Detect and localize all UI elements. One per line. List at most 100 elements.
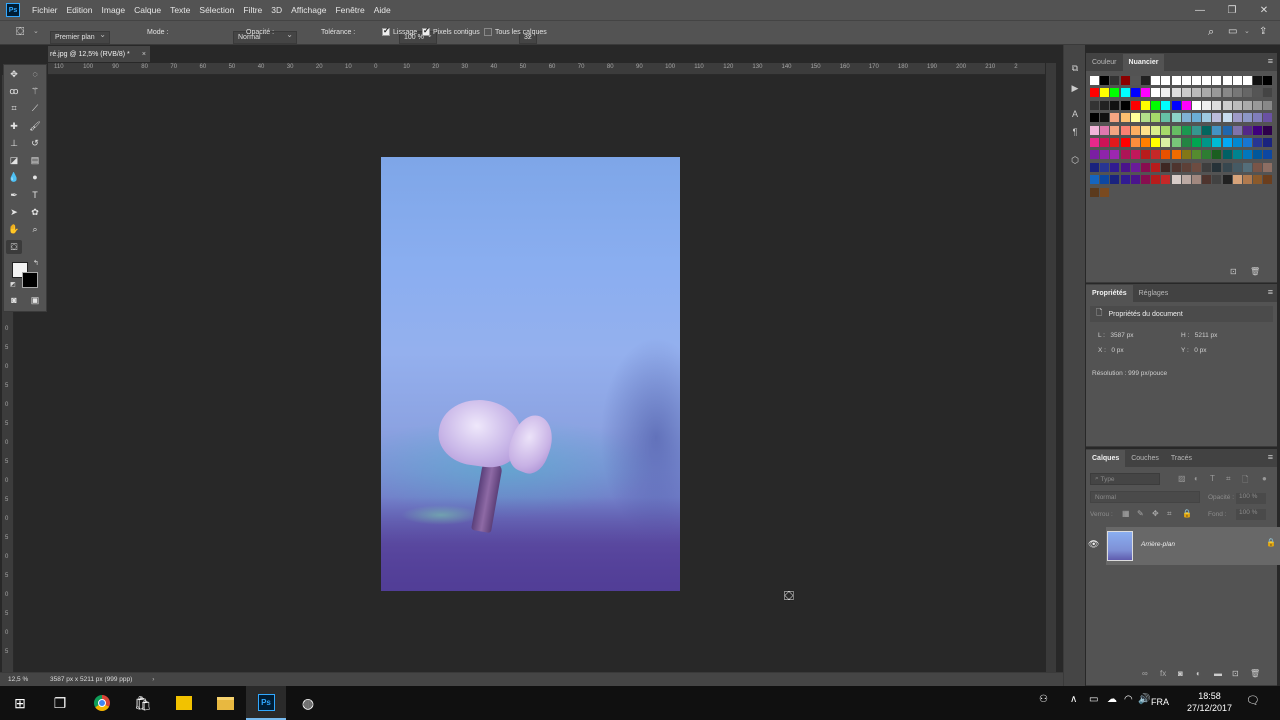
minimize-button[interactable]: — [1184, 0, 1216, 20]
lock-transparent-icon[interactable]: ▦ [1122, 509, 1130, 518]
color-swatch[interactable] [1263, 138, 1273, 147]
color-swatch[interactable] [1141, 88, 1150, 98]
lasso-tool-icon[interactable]: ꝏ [6, 84, 22, 98]
battery-icon[interactable]: ▭ [1089, 694, 1098, 705]
color-swatch[interactable] [1212, 150, 1222, 160]
fill-field[interactable]: 100 % [1236, 509, 1266, 520]
brush-tool-icon[interactable]: 🖌 [27, 119, 43, 133]
color-swatch[interactable] [1192, 125, 1201, 135]
color-swatch[interactable] [1263, 100, 1273, 110]
layer-name[interactable]: Arrière-plan [1141, 541, 1175, 548]
pen-tool-icon[interactable]: ✒ [6, 188, 22, 202]
color-swatch[interactable] [1243, 88, 1252, 98]
color-swatch[interactable] [1130, 175, 1140, 185]
color-swatch[interactable] [1100, 138, 1110, 147]
color-swatch[interactable] [1130, 138, 1140, 147]
menu-fenetre[interactable]: Fenêtre [335, 5, 364, 15]
history-icon[interactable]: ⧉ [1067, 61, 1083, 75]
color-swatch[interactable] [1192, 113, 1201, 123]
x-value[interactable]: 0 px [1111, 347, 1123, 354]
color-swatch[interactable] [1171, 162, 1181, 172]
color-swatch[interactable] [1253, 125, 1263, 135]
color-swatch[interactable] [1212, 138, 1222, 147]
color-swatch[interactable] [1100, 76, 1110, 85]
color-swatch[interactable] [1120, 113, 1130, 123]
onedrive-icon[interactable]: ☁ [1107, 694, 1117, 705]
color-swatch[interactable] [1151, 125, 1161, 135]
color-swatch[interactable] [1141, 150, 1150, 160]
color-swatch[interactable] [1192, 150, 1201, 160]
color-swatch[interactable] [1120, 175, 1130, 185]
color-swatch[interactable] [1181, 175, 1191, 185]
notifications-icon[interactable]: 🗨 [1246, 694, 1260, 707]
swap-colors-icon[interactable]: ↰ [33, 259, 39, 267]
width-value[interactable]: 3587 px [1110, 332, 1133, 339]
file-explorer-icon[interactable] [205, 686, 245, 720]
color-swatch[interactable] [1202, 150, 1212, 160]
gradient-tool-icon[interactable]: ▤ [27, 153, 43, 167]
height-value[interactable]: 5211 px [1195, 332, 1218, 339]
color-swatch[interactable] [1141, 162, 1150, 172]
lock-artboard-icon[interactable]: ⌗ [1167, 509, 1172, 519]
y-value[interactable]: 0 px [1194, 347, 1206, 354]
color-swatch[interactable] [1253, 138, 1263, 147]
color-swatch[interactable] [1181, 125, 1191, 135]
filter-smart-object-icon[interactable]: 🗋 [1242, 474, 1248, 488]
color-swatch[interactable] [1161, 150, 1171, 160]
color-swatch[interactable] [1171, 138, 1181, 147]
color-swatch[interactable] [1202, 138, 1212, 147]
color-swatch[interactable] [1192, 100, 1201, 110]
color-swatch[interactable] [1192, 76, 1201, 85]
color-swatch[interactable] [1181, 113, 1191, 123]
tab-traces[interactable]: Tracés [1165, 450, 1198, 467]
close-button[interactable]: ✕ [1248, 0, 1280, 20]
zoom-level[interactable]: 12,5 % [0, 676, 38, 683]
chrome-icon[interactable] [82, 686, 122, 720]
wifi-icon[interactable]: ◠ [1124, 694, 1133, 705]
color-swatch[interactable] [1253, 100, 1263, 110]
color-swatch[interactable] [1192, 175, 1201, 185]
color-swatch[interactable] [1171, 88, 1181, 98]
paint-bucket-tool-icon[interactable]: ⛋ [6, 240, 22, 254]
crop-tool-icon[interactable]: ⌗ [6, 101, 22, 115]
paint-bucket-icon[interactable]: ⛋ [16, 26, 24, 39]
menu-filtre[interactable]: Filtre [243, 5, 262, 15]
color-swatch[interactable] [1181, 138, 1191, 147]
character-icon[interactable]: A [1067, 107, 1083, 121]
default-colors-icon[interactable]: ◩ [10, 281, 16, 288]
color-swatch[interactable] [1110, 88, 1120, 98]
color-swatch[interactable] [1212, 113, 1222, 123]
menu-affichage[interactable]: Affichage [291, 5, 326, 15]
color-swatch[interactable] [1181, 150, 1191, 160]
color-swatch[interactable] [1222, 150, 1232, 160]
color-swatch[interactable] [1192, 138, 1201, 147]
color-swatch[interactable] [1181, 76, 1191, 85]
color-swatch[interactable] [1232, 138, 1242, 147]
color-swatch[interactable] [1263, 76, 1273, 85]
path-selection-tool-icon[interactable]: ➤ [6, 205, 22, 219]
clone-stamp-tool-icon[interactable]: ⊥ [6, 136, 22, 150]
color-swatch[interactable] [1243, 100, 1252, 110]
photoshop-taskbar-icon[interactable]: Ps [246, 686, 286, 720]
screen-mode-icon[interactable]: ▣ [27, 293, 43, 307]
color-swatch[interactable] [1110, 113, 1120, 123]
status-menu-arrow-icon[interactable]: › [152, 676, 154, 683]
color-swatch[interactable] [1181, 100, 1191, 110]
contiguous-option[interactable]: Pixels contigus [422, 26, 480, 36]
tab-couleur[interactable]: Couleur [1086, 54, 1123, 71]
menu-3d[interactable]: 3D [271, 5, 282, 15]
color-swatch[interactable] [1243, 125, 1252, 135]
color-swatch[interactable] [1202, 88, 1212, 98]
color-swatch[interactable] [1263, 125, 1273, 135]
tool-preset-dropdown-icon[interactable]: ⌄ [33, 27, 39, 35]
share-icon[interactable]: ⇪ [1259, 26, 1267, 37]
color-swatch[interactable] [1151, 76, 1161, 85]
panel-menu-icon[interactable]: ≡ [1268, 287, 1273, 297]
color-swatch[interactable] [1120, 76, 1130, 85]
history-brush-tool-icon[interactable]: ↺ [27, 136, 43, 150]
color-swatch[interactable] [1222, 125, 1232, 135]
color-swatch[interactable] [1151, 113, 1161, 123]
add-mask-icon[interactable]: ◙ [1178, 669, 1183, 678]
color-swatch[interactable] [1100, 113, 1110, 123]
lock-all-icon[interactable]: 🔒 [1182, 509, 1192, 518]
